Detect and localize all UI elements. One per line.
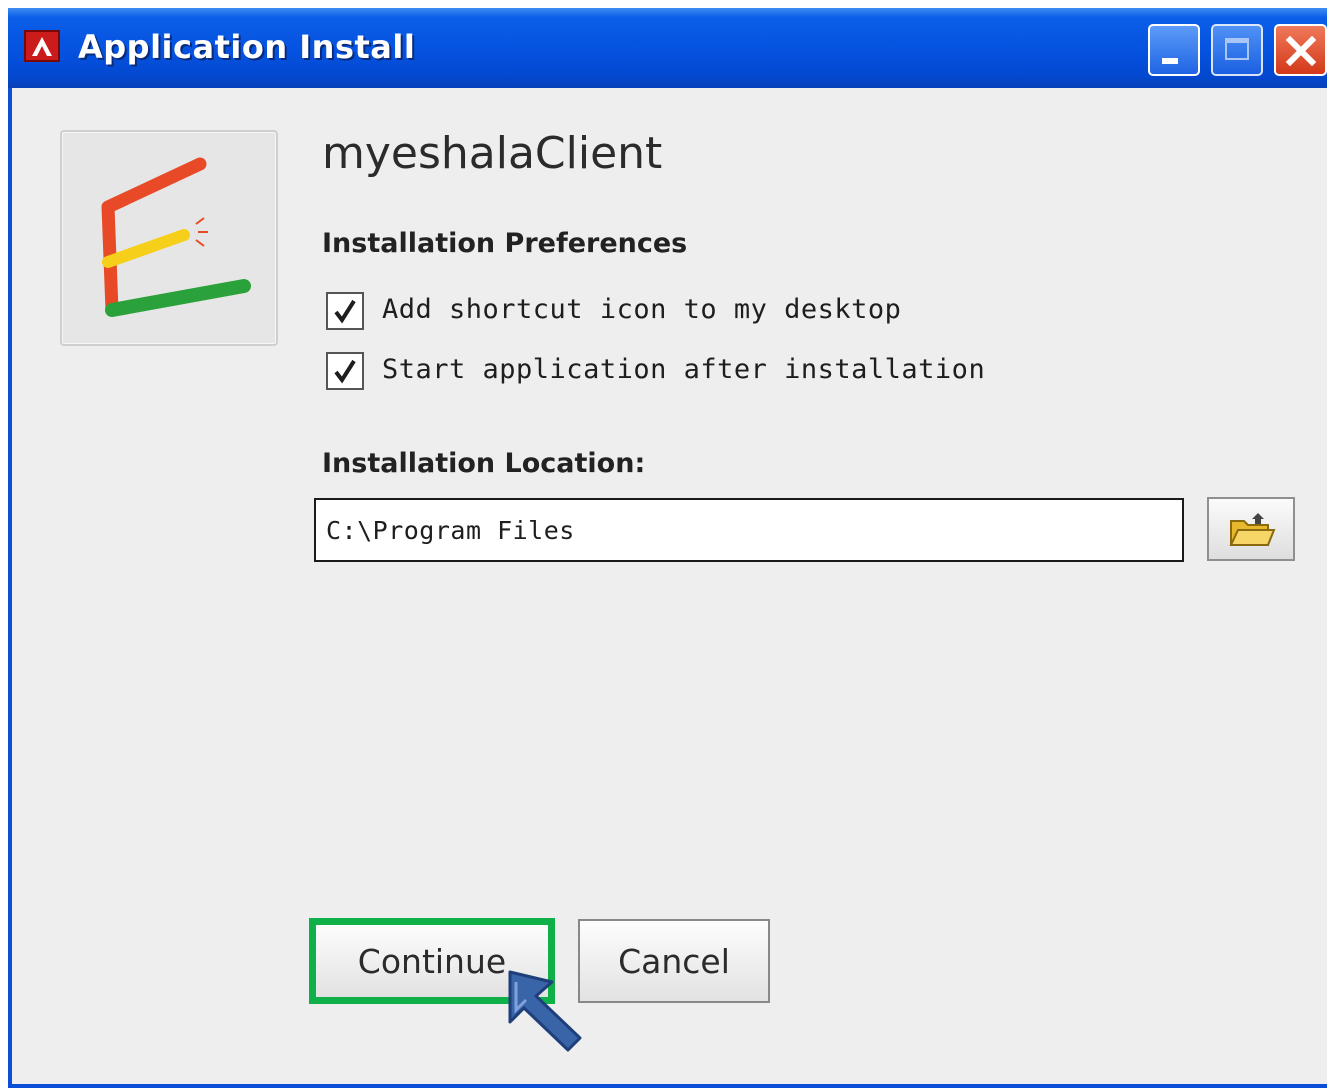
- continue-button[interactable]: Continue: [314, 923, 550, 999]
- title-bar[interactable]: Application Install: [8, 8, 1327, 88]
- checkmark-icon: [334, 299, 356, 324]
- window-title: Application Install: [78, 28, 416, 66]
- browse-button[interactable]: [1207, 497, 1295, 561]
- e-logo-icon: [101, 157, 251, 317]
- adobe-air-icon: [24, 30, 60, 62]
- close-button[interactable]: [1274, 24, 1327, 76]
- close-icon: [1285, 35, 1317, 67]
- minimize-button[interactable]: [1148, 24, 1200, 76]
- checkmark-icon: [334, 359, 356, 384]
- installation-location-input[interactable]: [314, 498, 1184, 562]
- start-after-install-label: Start application after installation: [382, 354, 986, 385]
- shortcut-label: Add shortcut icon to my desktop: [382, 294, 902, 325]
- cancel-button[interactable]: Cancel: [578, 919, 770, 1003]
- dialog-body: myeshalaClient Installation Preferences …: [12, 88, 1327, 1084]
- install-window: Application Install myeshalaClient Insta…: [8, 8, 1327, 1088]
- installation-preferences-heading: Installation Preferences: [322, 228, 688, 259]
- start-after-install-checkbox[interactable]: [326, 352, 364, 390]
- installation-location-heading: Installation Location:: [322, 448, 646, 479]
- app-name: myeshalaClient: [322, 128, 663, 179]
- maximize-button[interactable]: [1211, 24, 1263, 76]
- app-logo-frame: [60, 130, 278, 346]
- shortcut-checkbox[interactable]: [326, 292, 364, 330]
- folder-open-icon: [1229, 513, 1276, 546]
